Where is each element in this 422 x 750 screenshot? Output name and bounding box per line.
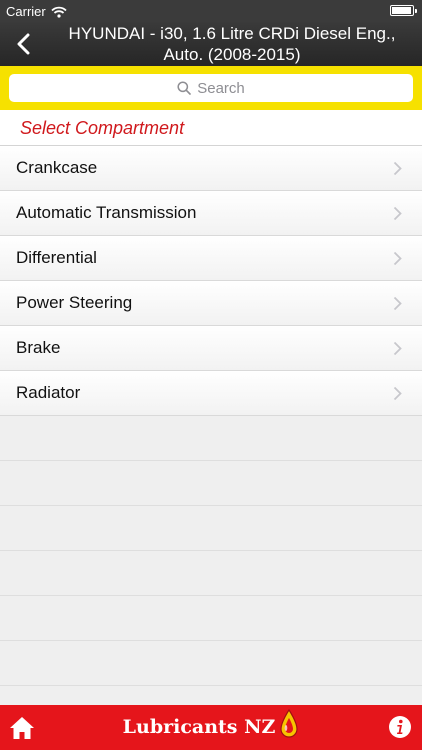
- back-chevron-icon: [17, 33, 30, 55]
- list-item-power-steering[interactable]: Power Steering: [0, 281, 422, 326]
- status-left: Carrier: [6, 4, 67, 19]
- chevron-right-icon: [393, 341, 402, 356]
- bottom-bar: Lubricants NZ: [0, 705, 422, 750]
- chevron-right-icon: [393, 161, 402, 176]
- list-item-crankcase[interactable]: Crankcase: [0, 146, 422, 191]
- search-placeholder: Search: [197, 79, 245, 97]
- oil-drop-icon: [280, 709, 298, 738]
- empty-row: [0, 506, 422, 551]
- info-icon[interactable]: [388, 715, 412, 739]
- list-item-automatic-transmission[interactable]: Automatic Transmission: [0, 191, 422, 236]
- wifi-icon: [51, 6, 67, 18]
- list-item-brake[interactable]: Brake: [0, 326, 422, 371]
- brand-logo: Lubricants NZ: [0, 709, 422, 739]
- empty-row: [0, 416, 422, 461]
- empty-row: [0, 641, 422, 686]
- chevron-right-icon: [393, 296, 402, 311]
- brand-name: Lubricants NZ: [122, 716, 276, 738]
- list-item-radiator[interactable]: Radiator: [0, 371, 422, 416]
- page-title: HYUNDAI - i30, 1.6 Litre CRDi Diesel Eng…: [68, 24, 396, 64]
- section-header: Select Compartment: [0, 110, 422, 146]
- chevron-right-icon: [393, 251, 402, 266]
- status-bar: Carrier: [0, 0, 422, 22]
- empty-row: [0, 596, 422, 641]
- empty-row: [0, 551, 422, 596]
- list-item-label: Automatic Transmission: [16, 203, 197, 222]
- carrier-label: Carrier: [6, 4, 46, 19]
- chevron-right-icon: [393, 206, 402, 221]
- list-item-label: Power Steering: [16, 293, 133, 312]
- search-bar: Search: [0, 66, 422, 110]
- search-input[interactable]: Search: [9, 74, 413, 102]
- navigation-bar: HYUNDAI - i30, 1.6 Litre CRDi Diesel Eng…: [0, 22, 422, 66]
- compartment-list: Crankcase Automatic Transmission Differe…: [0, 146, 422, 416]
- search-icon: [177, 81, 192, 95]
- back-button[interactable]: [6, 28, 40, 60]
- chevron-right-icon: [393, 386, 402, 401]
- empty-row: [0, 461, 422, 506]
- empty-table-area: [0, 416, 422, 705]
- battery-icon: [390, 5, 417, 16]
- list-item-label: Brake: [16, 338, 61, 357]
- list-item-label: Crankcase: [16, 158, 98, 177]
- list-item-label: Differential: [16, 248, 97, 267]
- list-item-label: Radiator: [16, 383, 81, 402]
- list-item-differential[interactable]: Differential: [0, 236, 422, 281]
